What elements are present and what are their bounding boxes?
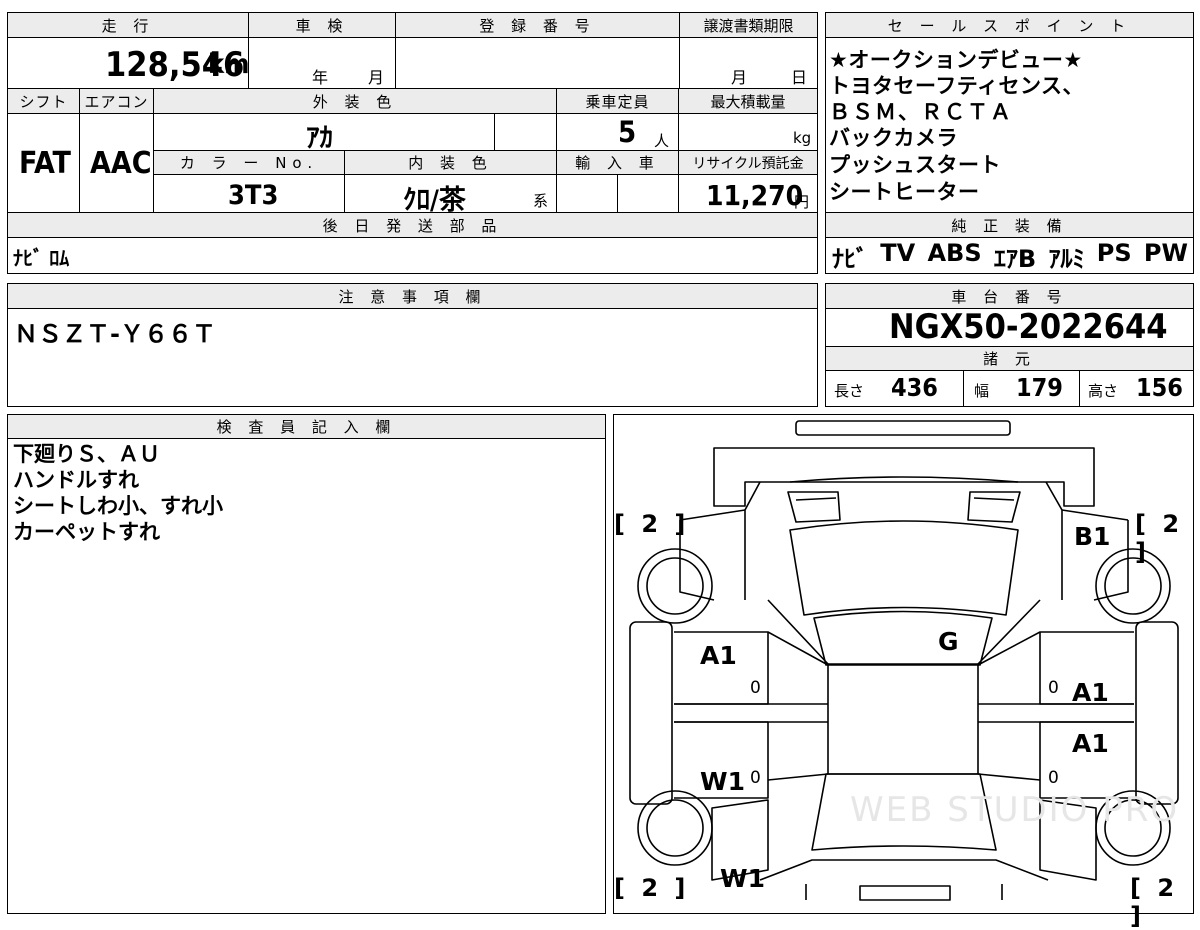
damage-mark-a1-left: A1 [700,641,737,670]
later-parts-header: 後 日 発 送 部 品 [8,213,817,237]
damage-mark-a1-right-2: A1 [1072,729,1109,758]
shift-value: FAT [19,146,71,181]
recycle-header: リサイクル預託金 [679,151,817,174]
exterior-header: 外 装 色 [154,89,556,113]
transfer-header: 譲渡書類期限 [680,13,817,37]
chassis-number: NGX50-2022644 [889,307,1168,347]
equipment-tv: TV [880,239,916,267]
zero-mark-2: 0 [1048,678,1059,698]
width-label: 幅 [974,382,990,400]
equipment-airbag: ｴｱB [993,245,1037,273]
bracket-bottom-left: [ 2 ] [614,874,690,902]
mileage-header: 走 行 [8,13,248,37]
inspector-line-4: カーペットすれ [13,520,160,544]
registration-header: 登 録 番 号 [396,13,679,37]
sales-line-5: プッシュスタート [829,153,1001,177]
load-unit: kg [793,129,812,147]
color-no-value: 3T3 [228,180,279,211]
capacity-unit: 人 [654,132,670,150]
equipment-nav: ﾅﾋﾞ [832,245,868,273]
shift-header: シフト [8,89,79,113]
interior-header: 内 装 色 [345,151,556,174]
later-parts-value: ﾅﾋﾞ ﾛﾑ [13,246,70,270]
inspector-line-1: 下廻りＳ、ＡＵ [13,442,160,466]
inspector-line-3: シートしわ小、すれ小 [13,494,223,518]
equipment-abs: ABS [927,239,982,267]
height-label: 高さ [1088,382,1119,400]
inspector-header: 検 査 員 記 入 欄 [8,415,605,438]
equipment-pw: PW [1143,239,1188,267]
sales-line-1: ★オークションデビュー★ [829,48,1083,72]
capacity-header: 乗車定員 [557,89,678,113]
damage-mark-a1-right-1: A1 [1072,678,1109,707]
transfer-month: 月 [731,68,748,87]
equipment-alloy: ｱﾙﾐ [1048,245,1085,273]
mileage-unit: km [208,49,250,80]
interior-suffix: 系 [533,192,549,210]
transfer-day: 日 [791,68,808,87]
inspection-year: 年 [312,68,329,87]
aircon-header: エアコン [80,89,153,113]
bracket-top-left: [ 2 ] [614,510,690,538]
equipment-header: 純 正 装 備 [826,213,1193,237]
sales-line-2: トヨタセーフティセンス、 [829,74,1085,98]
equipment-list: ﾅﾋﾞ TV ABS ｴｱB ｱﾙﾐ PS PW [832,239,1188,274]
notes-header: 注 意 事 項 欄 [8,284,817,308]
zero-mark-1: 0 [750,678,761,698]
bracket-top-right: [ 2 ] [1135,510,1184,566]
recycle-unit: 円 [794,193,810,211]
color-no-header: カ ラ ー No. [154,151,344,174]
damage-mark-b1: B1 [1074,522,1111,551]
sales-line-6: シートヒーター [829,180,980,204]
length-label: 長さ [834,382,865,400]
height-value: 156 [1136,373,1183,402]
equipment-ps: PS [1096,239,1132,267]
recycle-value: 11,270 [706,179,804,212]
width-value: 179 [1016,373,1063,402]
notes-value: ＮＳＺＴ-Ｙ６６Ｔ [14,320,216,348]
spec-header: 諸 元 [826,347,1193,370]
damage-mark-w1-left-1: W1 [700,767,745,796]
chassis-header: 車 台 番 号 [826,284,1193,308]
length-value: 436 [891,373,938,402]
inspection-header: 車 検 [249,13,395,37]
inspection-month: 月 [368,68,385,87]
zero-mark-3: 0 [750,768,761,788]
inspector-line-2: ハンドルすれ [13,468,139,492]
aircon-value: AAC [90,146,152,181]
sales-line-4: バックカメラ [829,126,958,150]
damage-mark-w1-left-2: W1 [720,864,765,893]
load-header: 最大積載量 [679,89,817,113]
capacity-value: 5 [618,115,637,149]
bracket-bottom-right: [ 2 ] [1130,874,1179,930]
sales-line-3: ＢＳＭ、ＲＣＴＡ [829,100,1013,124]
import-header: 輸 入 車 [557,151,678,174]
watermark: WEB STUDIO PRO [850,790,1180,830]
zero-mark-4: 0 [1048,768,1059,788]
damage-mark-g: G [938,627,959,656]
sales-point-header: セ ー ル ス ポ イ ン ト [826,13,1193,37]
